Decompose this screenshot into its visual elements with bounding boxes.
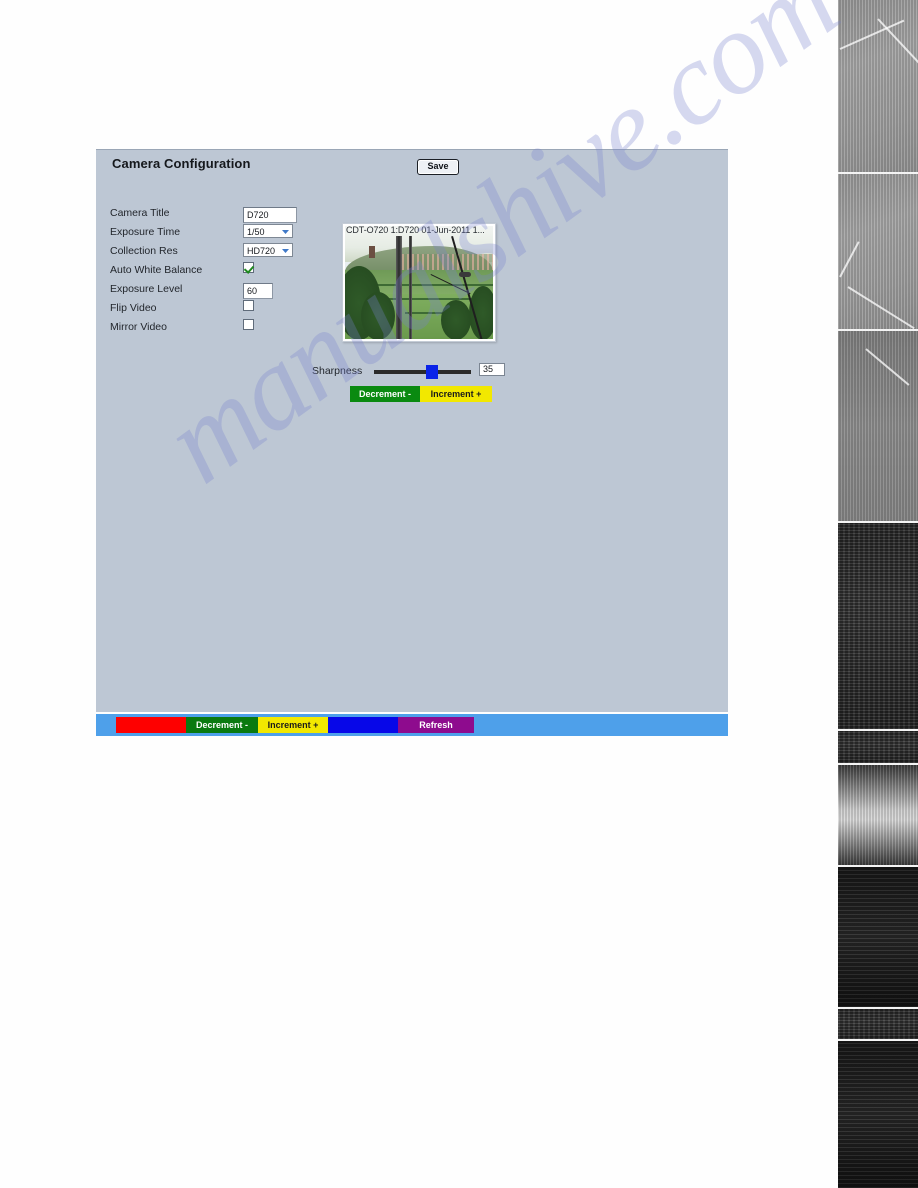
form-row-mirror-video: Mirror Video	[110, 319, 320, 338]
form-row-exposure-time: Exposure Time 1/50	[110, 224, 320, 243]
bottom-button-blue[interactable]	[328, 717, 398, 733]
bottom-button-red[interactable]	[116, 717, 186, 733]
bottom-toolbar: Decrement - Increment + Refresh	[96, 714, 728, 736]
preview-tree	[361, 292, 395, 339]
label-flip-video: Flip Video	[110, 302, 157, 314]
camera-title-control	[243, 205, 297, 223]
form-row-collection-res: Collection Res HD720	[110, 243, 320, 262]
sharpness-control-row: Sharpness	[312, 363, 505, 380]
configuration-panel: Camera Configuration Save Camera Title E…	[96, 149, 728, 712]
label-exposure-time: Exposure Time	[110, 226, 181, 238]
panel-top-divider	[96, 149, 728, 150]
exposure-time-control: 1/50	[243, 224, 293, 238]
label-sharpness: Sharpness	[312, 365, 363, 377]
exposure-level-control	[243, 281, 273, 299]
label-camera-title: Camera Title	[110, 207, 170, 219]
label-auto-white-balance: Auto White Balance	[110, 264, 203, 276]
bottom-button-increment[interactable]: Increment +	[258, 717, 328, 733]
form-row-camera-title: Camera Title	[110, 205, 320, 224]
sharpness-value-input[interactable]	[479, 363, 505, 376]
sharpness-slider[interactable]	[374, 365, 471, 379]
camera-preview[interactable]: CDT-O720 1:D720 01-Jun-2011 1...	[342, 223, 496, 342]
mirror-video-checkbox[interactable]	[243, 319, 254, 330]
preview-pole	[409, 236, 412, 339]
auto-white-balance-control	[243, 262, 254, 273]
label-collection-res: Collection Res	[110, 245, 178, 257]
auto-white-balance-checkbox[interactable]	[243, 262, 254, 273]
collection-res-control: HD720	[243, 243, 293, 257]
sharpness-decrement-button[interactable]: Decrement -	[350, 386, 420, 402]
sharpness-step-buttons: Decrement - Increment +	[350, 386, 492, 402]
bottom-toolbar-buttons: Decrement - Increment + Refresh	[116, 717, 474, 733]
preview-pole	[396, 236, 402, 339]
scanned-manual-page: Camera Configuration Save Camera Title E…	[0, 0, 918, 1188]
exposure-time-value: 1/50	[247, 227, 265, 237]
collection-res-select[interactable]: HD720	[243, 243, 293, 257]
form-row-flip-video: Flip Video	[110, 300, 320, 319]
camera-configuration-screenshot: Camera Configuration Save Camera Title E…	[96, 149, 728, 736]
chevron-down-icon	[281, 228, 290, 236]
label-mirror-video: Mirror Video	[110, 321, 167, 333]
preview-osd-text: CDT-O720 1:D720 01-Jun-2011 1...	[346, 225, 485, 235]
collection-res-value: HD720	[247, 246, 276, 256]
camera-title-input[interactable]	[243, 207, 297, 223]
sharpness-increment-button[interactable]: Increment +	[420, 386, 492, 402]
save-button[interactable]: Save	[417, 159, 459, 175]
mirror-video-control	[243, 319, 254, 330]
flip-video-checkbox[interactable]	[243, 300, 254, 311]
flip-video-control	[243, 300, 254, 311]
chevron-down-icon	[281, 247, 290, 255]
form-row-exposure-level: Exposure Level	[110, 281, 320, 300]
page-title: Camera Configuration	[112, 156, 251, 171]
preview-tree	[441, 300, 471, 339]
scanned-edge-strip	[838, 0, 918, 1188]
form-row-auto-white-balance: Auto White Balance	[110, 262, 320, 281]
sharpness-slider-thumb[interactable]	[426, 365, 438, 379]
bottom-button-refresh[interactable]: Refresh	[398, 717, 474, 733]
bottom-button-decrement[interactable]: Decrement -	[186, 717, 258, 733]
exposure-time-select[interactable]: 1/50	[243, 224, 293, 238]
camera-settings-form: Camera Title Exposure Time 1/50	[110, 205, 320, 338]
camera-preview-image	[345, 226, 493, 339]
preview-lamp	[459, 272, 471, 277]
label-exposure-level: Exposure Level	[110, 283, 183, 295]
exposure-level-input[interactable]	[243, 283, 273, 299]
preview-church-tower	[369, 246, 375, 258]
